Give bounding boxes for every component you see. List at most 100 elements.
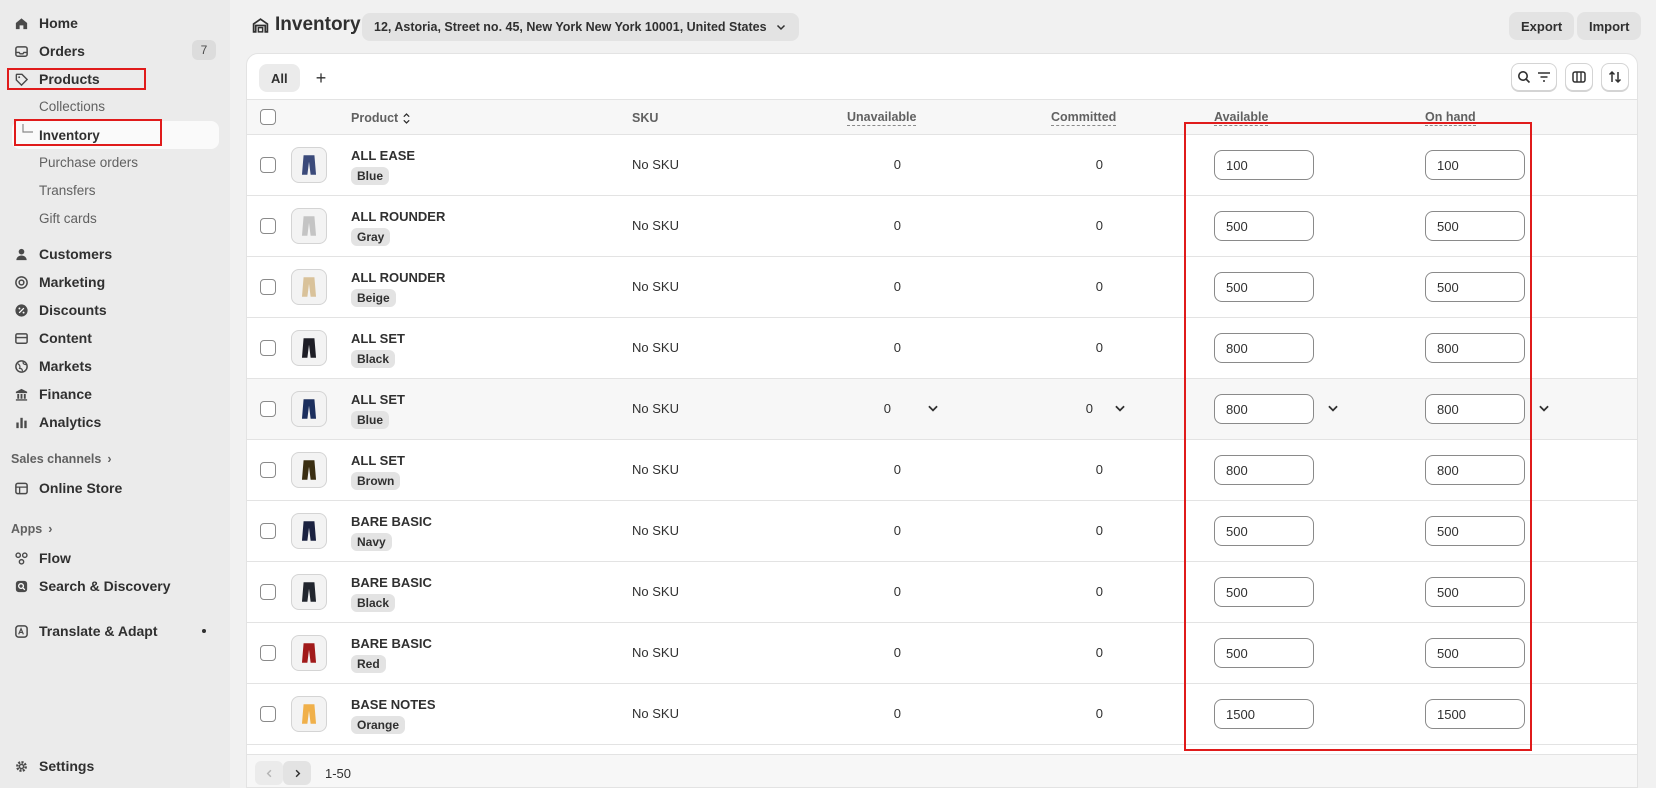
nav-analytics[interactable]: Analytics [10,410,218,434]
product-name[interactable]: ALL EASE [351,148,415,163]
search-discovery-icon [13,578,29,594]
columns-button[interactable] [1565,63,1593,91]
row-checkbox[interactable] [260,706,276,722]
location-selector[interactable]: 12, Astoria, Street no. 45, New York New… [362,13,799,41]
nav-finance[interactable]: Finance [10,382,218,406]
product-name[interactable]: BARE BASIC [351,636,432,651]
nav-markets[interactable]: Markets [10,354,218,378]
product-thumbnail[interactable] [291,696,327,732]
nav-search-discovery[interactable]: Search & Discovery [10,574,218,598]
nav-markets-label: Markets [39,358,92,374]
variant-badge: Navy [351,533,392,551]
product-image-icon [301,155,317,175]
chevron-down-icon[interactable] [926,401,940,415]
nav-home[interactable]: Home [10,11,218,35]
row-checkbox[interactable] [260,523,276,539]
product-name[interactable]: ALL SET [351,331,405,346]
product-thumbnail[interactable] [291,452,327,488]
product-thumbnail[interactable] [291,635,327,671]
inbox-icon [13,43,29,59]
nav-settings-label: Settings [39,758,95,774]
nav-marketing[interactable]: Marketing [10,270,218,294]
row-checkbox[interactable] [260,401,276,417]
add-view-button[interactable]: + [307,64,335,92]
product-name[interactable]: BARE BASIC [351,514,432,529]
unavailable-value[interactable]: 0 [861,401,891,416]
product-name[interactable]: ALL SET [351,453,405,468]
product-image-icon [301,399,317,419]
filter-icon [1538,72,1550,82]
product-thumbnail[interactable] [291,147,327,183]
apps-header[interactable]: Apps › [11,522,52,536]
chevron-down-icon[interactable] [1113,401,1127,415]
nav-translate-adapt[interactable]: Translate & Adapt [10,619,218,643]
select-all-checkbox[interactable] [260,109,276,125]
product-thumbnail[interactable] [291,208,327,244]
sku-value: No SKU [632,279,679,294]
product-name[interactable]: BARE BASIC [351,575,432,590]
nav-content-label: Content [39,330,92,346]
sku-value: No SKU [632,340,679,355]
nav-content[interactable]: Content [10,326,218,350]
nav-transfers[interactable]: Transfers [39,179,96,201]
nav-gift-cards[interactable]: Gift cards [39,207,97,229]
committed-value: 0 [1095,706,1103,721]
inventory-card: All + Product SKU Unavailable Committed … [246,53,1638,788]
product-thumbnail[interactable] [291,513,327,549]
search-filter-button[interactable] [1511,63,1557,91]
home-icon [13,15,29,31]
col-unavailable[interactable]: Unavailable [847,100,917,136]
quantity-columns-highlight-box [1184,122,1532,751]
product-thumbnail[interactable] [291,574,327,610]
tab-all[interactable]: All [259,64,300,92]
previous-page-button[interactable] [255,761,283,785]
nav-orders-label: Orders [39,43,85,59]
col-sku: SKU [632,111,659,125]
product-thumbnail[interactable] [291,391,327,427]
location-label: 12, Astoria, Street no. 45, New York New… [374,20,767,34]
nav-online-store[interactable]: Online Store [10,476,218,500]
variant-badge: Beige [351,289,396,307]
flow-icon [13,550,29,566]
sort-button[interactable] [1601,63,1629,91]
row-checkbox[interactable] [260,279,276,295]
variant-badge: Black [351,350,396,368]
nav-home-label: Home [39,15,78,31]
row-checkbox[interactable] [260,584,276,600]
row-checkbox[interactable] [260,462,276,478]
nav-orders[interactable]: Orders [10,39,218,63]
page-title-text: Inventory [275,14,361,35]
product-name[interactable]: ALL SET [351,392,405,407]
row-checkbox[interactable] [260,340,276,356]
nav-discounts[interactable]: Discounts [10,298,218,322]
row-checkbox[interactable] [260,645,276,661]
product-thumbnail[interactable] [291,330,327,366]
nav-purchase-orders[interactable]: Purchase orders [39,151,138,173]
sort-icon [1608,70,1622,84]
product-name[interactable]: BASE NOTES [351,697,436,712]
committed-value: 0 [1095,645,1103,660]
committed-value: 0 [1095,157,1103,172]
nav-collections[interactable]: Collections [39,95,105,117]
nav-settings[interactable]: Settings [10,754,218,778]
next-page-button[interactable] [283,761,311,785]
nav-customers[interactable]: Customers [10,242,218,266]
product-name[interactable]: ALL ROUNDER [351,209,445,224]
chevron-down-icon[interactable] [1537,401,1551,415]
committed-value[interactable]: 0 [1063,401,1093,416]
product-name[interactable]: ALL ROUNDER [351,270,445,285]
row-checkbox[interactable] [260,218,276,234]
import-button[interactable]: Import [1577,12,1642,40]
row-checkbox[interactable] [260,157,276,173]
col-product[interactable]: Product [351,100,411,136]
product-thumbnail[interactable] [291,269,327,305]
nav-search-discovery-label: Search & Discovery [39,578,171,594]
export-button[interactable]: Export [1509,12,1575,40]
nav-flow[interactable]: Flow [10,546,218,570]
col-committed[interactable]: Committed [1051,100,1117,136]
chevron-down-icon [776,24,785,31]
sku-value: No SKU [632,645,679,660]
apps-label: Apps [11,522,43,536]
product-garment-shape [301,582,317,602]
sales-channels-header[interactable]: Sales channels › [11,452,112,466]
